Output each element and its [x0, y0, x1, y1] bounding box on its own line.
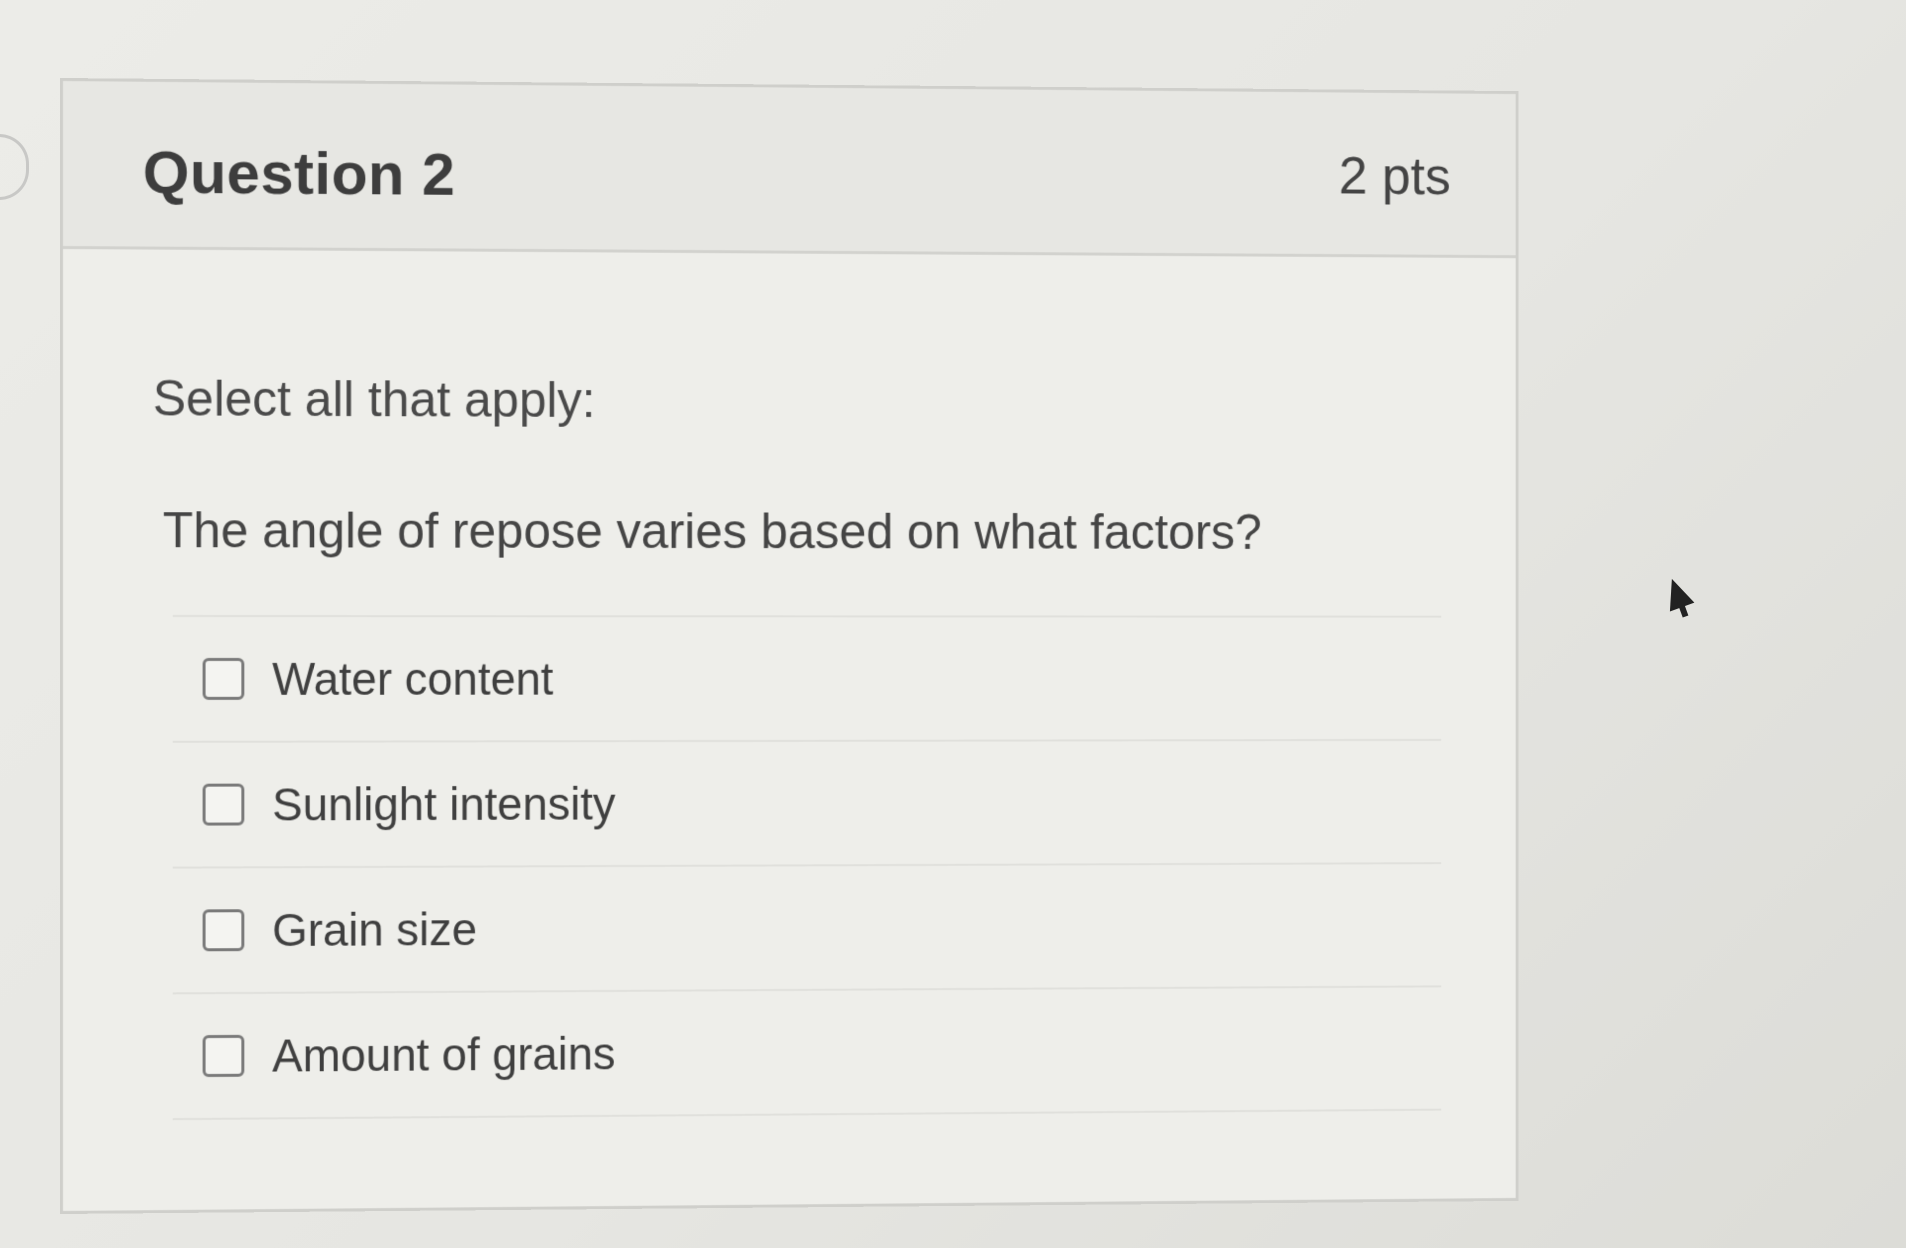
answer-checkbox[interactable]	[203, 909, 245, 951]
answer-label: Water content	[272, 652, 553, 706]
question-header: Question 2 2 pts	[63, 81, 1516, 258]
question-card: Question 2 2 pts Select all that apply: …	[60, 78, 1519, 1214]
mouse-pointer-icon	[1660, 574, 1695, 611]
answer-checkbox[interactable]	[203, 784, 245, 826]
question-instruction: Select all that apply:	[153, 369, 1516, 432]
answer-list: Water content Sunlight intensity Grain s…	[173, 615, 1441, 1120]
question-title: Question 2	[143, 138, 455, 209]
answer-checkbox[interactable]	[203, 1035, 245, 1077]
answer-checkbox[interactable]	[203, 658, 245, 700]
answer-label: Grain size	[272, 902, 477, 957]
answer-label: Amount of grains	[272, 1027, 615, 1083]
answer-option-sunlight-intensity[interactable]: Sunlight intensity	[173, 741, 1441, 869]
page: Question 2 2 pts Select all that apply: …	[0, 0, 1906, 1248]
answer-label: Sunlight intensity	[272, 777, 615, 832]
question-text: The angle of repose varies based on what…	[163, 501, 1516, 561]
answer-option-amount-of-grains[interactable]: Amount of grains	[173, 987, 1441, 1120]
question-points: 2 pts	[1339, 145, 1451, 207]
question-flag-icon[interactable]	[0, 134, 29, 200]
question-body: Select all that apply: The angle of repo…	[63, 249, 1516, 1121]
answer-option-grain-size[interactable]: Grain size	[173, 864, 1441, 994]
answer-option-water-content[interactable]: Water content	[173, 617, 1441, 743]
